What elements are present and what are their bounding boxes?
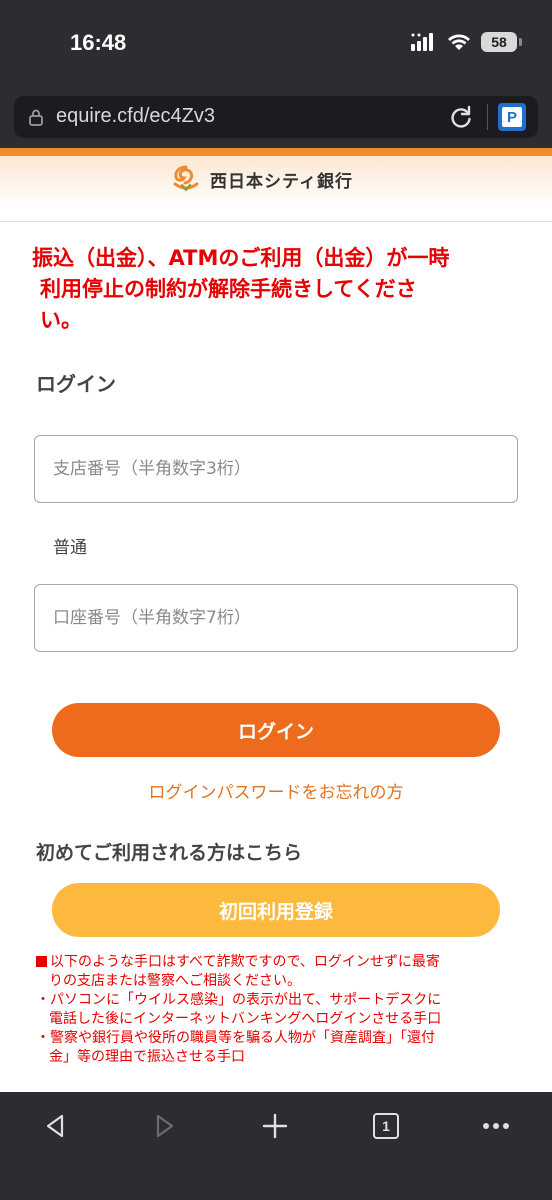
back-button[interactable] xyxy=(35,1108,75,1144)
login-heading: ログイン xyxy=(36,372,116,396)
suspension-notice: 振込（出金）、ATMのご利用（出金）が一時 利用停止の制約が解除手続きしてくださ… xyxy=(32,243,532,336)
forgot-password-link[interactable]: ログインパスワードをお忘れの方 xyxy=(0,778,552,803)
account-number-input[interactable] xyxy=(34,584,518,652)
battery-level: 58 xyxy=(481,32,517,52)
battery-indicator: 58 xyxy=(481,32,522,52)
warning-item-1-line-2: 電話した後にインターネットバンキングへログインさせる手口 xyxy=(49,1011,442,1027)
branch-number-input[interactable] xyxy=(34,435,518,503)
warning-item-2-line-2: 金」等の理由で振込させる手口 xyxy=(49,1049,245,1065)
fraud-warning: 以下のような手口はすべて詐欺ですので、ログインせずに最寄 りの支店または警察へご… xyxy=(36,953,516,1067)
warning-lead-line-1: 以下のような手口はすべて詐欺ですので、ログインせずに最寄 xyxy=(50,954,440,970)
bank-logo: 西日本シティ銀行 xyxy=(170,164,353,194)
wifi-icon xyxy=(448,34,470,50)
address-bar-divider xyxy=(487,104,488,130)
menu-button[interactable] xyxy=(476,1108,516,1144)
more-dots-icon xyxy=(483,1123,509,1129)
first-registration-button[interactable]: 初回利用登録 xyxy=(52,883,500,937)
status-icons: 58 xyxy=(411,32,522,52)
back-arrow-icon xyxy=(46,1114,64,1138)
status-time: 16:48 xyxy=(70,30,127,55)
browser-chrome: 16:48 58 equire.cfd/ec4Zv3 P xyxy=(0,0,552,148)
header-stripe xyxy=(0,148,552,156)
plus-icon xyxy=(262,1113,288,1139)
bank-logo-icon xyxy=(173,165,199,192)
notice-line-2: 利用停止の制約が解除手続きしてくださ xyxy=(40,277,417,301)
address-bar[interactable]: equire.cfd/ec4Zv3 P xyxy=(14,96,538,138)
notice-line-3: い。 xyxy=(40,308,82,332)
warning-item-1-line-1: ・パソコンに「ウイルス感染」の表示が出て、サポートデスクに xyxy=(36,992,442,1008)
extension-p-icon[interactable]: P xyxy=(498,103,526,131)
account-type-label: 普通 xyxy=(53,538,87,558)
login-button[interactable]: ログイン xyxy=(52,703,500,757)
lock-icon xyxy=(29,109,43,126)
browser-toolbar: 1 xyxy=(0,1092,552,1200)
new-tab-button[interactable] xyxy=(255,1108,295,1144)
warning-lead-line-2: りの支店または警察へご相談ください。 xyxy=(49,973,301,989)
tab-count: 1 xyxy=(373,1113,399,1139)
battery-tip xyxy=(519,38,522,46)
red-square-icon xyxy=(36,956,47,967)
tabs-button[interactable]: 1 xyxy=(366,1108,406,1144)
forward-arrow-icon xyxy=(156,1114,174,1138)
cellular-signal-icon xyxy=(411,33,433,51)
url-text[interactable]: equire.cfd/ec4Zv3 xyxy=(56,105,215,128)
status-bar: 16:48 58 xyxy=(0,0,552,90)
warning-lead: 以下のような手口はすべて詐欺ですので、ログインせずに最寄 xyxy=(36,953,516,972)
warning-item-2-line-1: ・警察や銀行員や役所の職員等を騙る人物が「資産調査」「還付 xyxy=(36,1030,435,1046)
first-time-heading: 初めてご利用される方はこちら xyxy=(36,842,303,864)
reload-icon[interactable] xyxy=(448,104,474,130)
bank-name: 西日本シティ銀行 xyxy=(210,171,353,192)
notice-line-1: 振込（出金）、ATMのご利用（出金）が一時 xyxy=(32,246,450,270)
extension-p-glyph: P xyxy=(502,107,522,127)
forward-button[interactable] xyxy=(145,1108,185,1144)
